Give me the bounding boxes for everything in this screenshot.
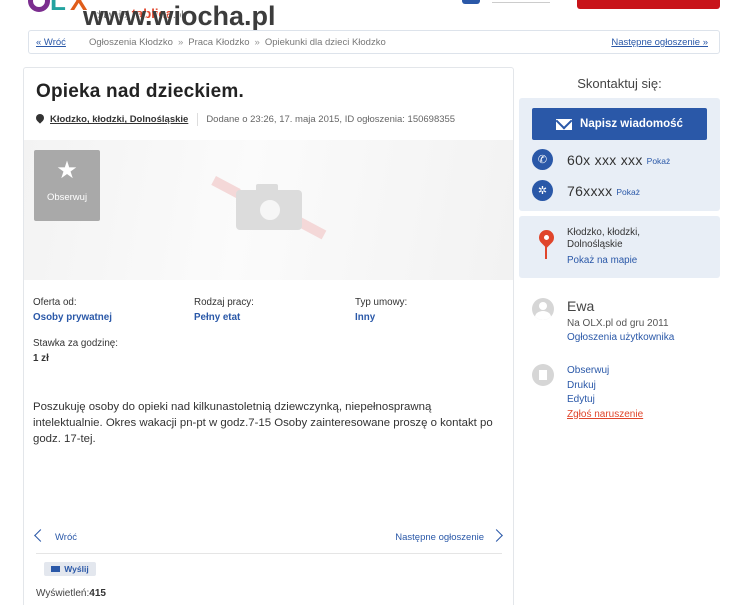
attribute-label: Oferta od: [33, 297, 77, 308]
attribute-value[interactable]: Osoby prywatnej [33, 312, 112, 323]
user-name: Ewa [567, 298, 595, 314]
divider [197, 113, 199, 126]
chevron-left-icon [34, 529, 47, 542]
phone-number: 60x xxx xxx [567, 151, 643, 168]
breadcrumb-item[interactable]: Opiekunki dla dzieci Kłodzko [265, 37, 386, 48]
contact-heading: Skontaktuj się: [577, 76, 662, 91]
header-field[interactable] [492, 0, 550, 3]
print-link[interactable]: Drukuj [567, 380, 596, 391]
photo-gallery: ★ Obserwuj [24, 140, 513, 280]
attribute-job-type: Rodzaj pracy: Pełny etat [194, 297, 254, 323]
breadcrumb-item[interactable]: Ogłoszenia Kłodzko [89, 37, 173, 48]
page-title: Opieka nad dzieckiem. [36, 81, 245, 102]
show-phone-link[interactable]: Pokaż [647, 156, 671, 166]
phone-row: ✆ 60x xxx xxx Pokaż [532, 149, 670, 170]
listing-card: Opieka nad dzieckiem. Kłodzko, kłodzki, … [23, 67, 514, 605]
star-icon: ★ [56, 157, 78, 184]
location-link[interactable]: Kłodzko, kłodzki, Dolnośląskie [50, 114, 188, 125]
show-on-map-link[interactable]: Pokaż na mapie [567, 255, 637, 266]
add-listing-button[interactable] [577, 0, 720, 9]
site-header: LX dawniej tablica.pl www.wiocha.pl [0, 0, 750, 31]
write-message-label: Napisz wiadomość [580, 118, 683, 130]
observe-label: Obserwuj [46, 192, 88, 203]
location-pin-icon [36, 114, 44, 125]
watermark: www.wiocha.pl [83, 1, 276, 31]
contact-box: Napisz wiadomość ✆ 60x xxx xxx Pokaż ✲ 7… [519, 98, 720, 211]
show-gg-link[interactable]: Pokaż [616, 187, 640, 197]
listing-description: Poszukuję osoby do opieki nad kilkunasto… [33, 401, 493, 445]
phone-icon: ✆ [532, 149, 553, 170]
listing-meta: Dodane o 23:26, 17. maja 2015, ID ogłosz… [206, 114, 456, 125]
avatar [532, 298, 554, 320]
gg-row: ✲ 76xxxx Pokaż [532, 180, 640, 201]
olx-logo[interactable]: LX [28, 0, 90, 20]
breadcrumb: « Wróć Ogłoszenia Kłodzko » Praca Kłodzko »… [28, 30, 720, 54]
write-message-button[interactable]: Napisz wiadomość [532, 108, 707, 140]
attribute-value[interactable]: Pełny etat [194, 312, 254, 323]
breadcrumb-next-link[interactable]: Następne ogłoszenie » [611, 37, 708, 48]
gadu-gadu-icon: ✲ [532, 180, 553, 201]
edit-link[interactable]: Edytuj [567, 394, 595, 405]
back-link-label: Wróć [55, 532, 77, 543]
observe-link[interactable]: Obserwuj [567, 365, 609, 376]
breadcrumb-trail: Ogłoszenia Kłodzko » Praca Kłodzko » Opiekun… [89, 37, 386, 48]
envelope-icon [556, 118, 573, 130]
attribute-hourly-rate: Stawka za godzinę: 1 zł [33, 338, 118, 364]
breadcrumb-item[interactable]: Praca Kłodzko [188, 37, 249, 48]
next-listing-link[interactable]: Następne ogłoszenie [395, 529, 503, 543]
send-label: Wyślij [64, 564, 89, 574]
attribute-label: Typ umowy: [355, 297, 408, 308]
views-counter: Wyświetleń:415 [36, 588, 106, 599]
breadcrumb-separator: » [254, 37, 260, 48]
map-box: Kłodzko, kłodzki, Dolnośląskie Pokaż na … [519, 216, 720, 278]
attribute-label: Rodzaj pracy: [194, 297, 254, 308]
gg-number: 76xxxx [567, 182, 613, 199]
attribute-value: 1 zł [33, 353, 49, 364]
listing-location-row: Kłodzko, kłodzki, Dolnośląskie Dodane o … [36, 113, 455, 126]
breadcrumb-separator: » [177, 37, 184, 48]
observe-button[interactable]: ★ Obserwuj [34, 150, 100, 221]
attribute-offer-from: Oferta od: Osoby prywatnej [33, 297, 112, 323]
back-link[interactable]: Wróć [34, 529, 77, 543]
bookmark-icon [532, 364, 554, 386]
send-button[interactable]: Wyślij [44, 562, 96, 576]
views-count: 415 [89, 588, 106, 599]
user-listings-link[interactable]: Ogłoszenia użytkownika [567, 332, 674, 343]
breadcrumb-back-link[interactable]: « Wróć [36, 37, 66, 48]
divider [36, 553, 502, 554]
next-link-label: Następne ogłoszenie [395, 532, 484, 543]
map-address-line: Kłodzko, kłodzki, [567, 227, 640, 238]
map-address: Kłodzko, kłodzki, Dolnośląskie [567, 227, 640, 251]
user-since: Na OLX.pl od gru 2011 [567, 318, 669, 329]
listing-bottom-nav: Wróć Następne ogłoszenie [34, 529, 503, 545]
map-address-line: Dolnośląskie [567, 239, 623, 250]
chevron-right-icon [490, 529, 503, 542]
envelope-icon [51, 566, 61, 572]
attribute-value[interactable]: Inny [355, 312, 407, 323]
attribute-contract-type: Typ umowy: Inny [355, 297, 407, 323]
attribute-label: Stawka za godzinę: [33, 338, 118, 349]
report-link[interactable]: Zgłoś naruszenie [567, 409, 643, 420]
map-pin-tail [545, 245, 547, 259]
views-label: Wyświetleń: [36, 588, 90, 599]
user-account-icon[interactable] [462, 0, 480, 4]
no-photo-camera-icon [211, 176, 327, 248]
